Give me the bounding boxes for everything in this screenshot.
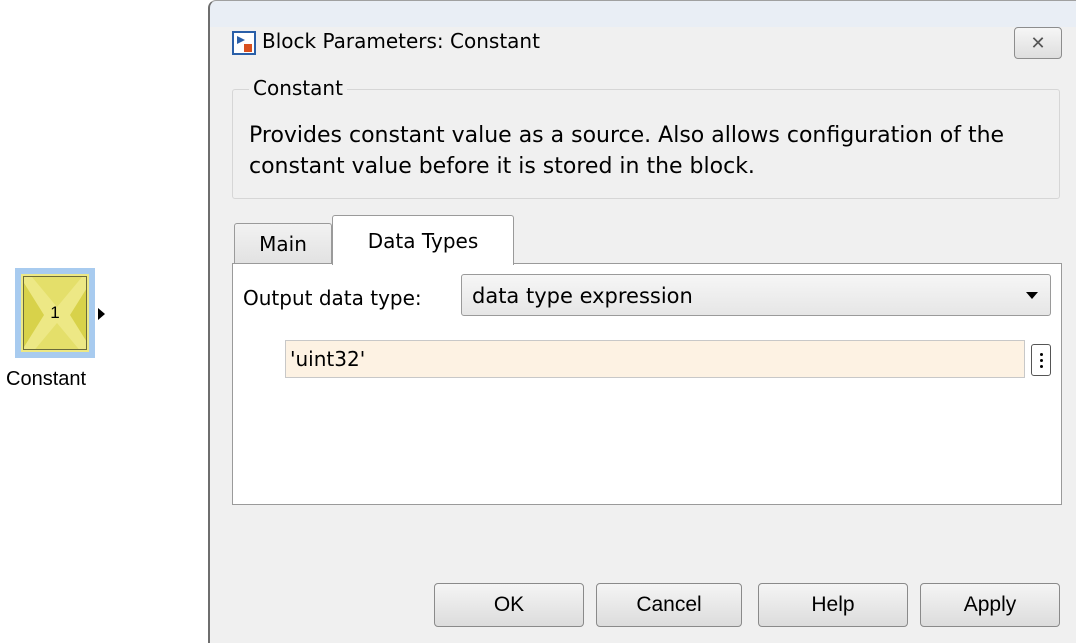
- data-type-expression-input[interactable]: [285, 340, 1025, 378]
- output-data-type-value: data type expression: [472, 284, 693, 308]
- output-port-icon[interactable]: [98, 308, 105, 320]
- apply-button[interactable]: Apply: [920, 583, 1060, 627]
- tab-main[interactable]: Main: [234, 223, 332, 263]
- dialog-title: Block Parameters: Constant: [262, 29, 540, 53]
- block-description: Provides constant value as a source. Als…: [249, 123, 1005, 179]
- tab-data-types[interactable]: Data Types: [332, 215, 514, 265]
- block-value: 1: [50, 303, 60, 322]
- help-button[interactable]: Help: [758, 583, 908, 627]
- simulink-block-icon: [232, 31, 256, 55]
- close-button[interactable]: ✕: [1014, 27, 1062, 59]
- dropdown-arrow-icon: [1026, 292, 1038, 299]
- constant-block[interactable]: 1: [15, 268, 95, 358]
- data-types-panel: Output data type: data type expression: [232, 263, 1062, 505]
- block-parameters-dialog: Block Parameters: Constant ✕ Constant Pr…: [208, 0, 1076, 643]
- group-title: Constant: [249, 76, 347, 100]
- close-icon: ✕: [1030, 32, 1046, 54]
- block-name-label[interactable]: Constant: [6, 368, 116, 391]
- description-group: Constant Provides constant value as a so…: [232, 76, 1060, 199]
- cancel-button[interactable]: Cancel: [596, 583, 742, 627]
- constant-block-body: 1: [23, 276, 87, 350]
- more-options-icon[interactable]: [1031, 344, 1051, 376]
- output-data-type-select[interactable]: data type expression: [461, 274, 1051, 316]
- output-data-type-label: Output data type:: [243, 286, 422, 310]
- ok-button[interactable]: OK: [434, 583, 584, 627]
